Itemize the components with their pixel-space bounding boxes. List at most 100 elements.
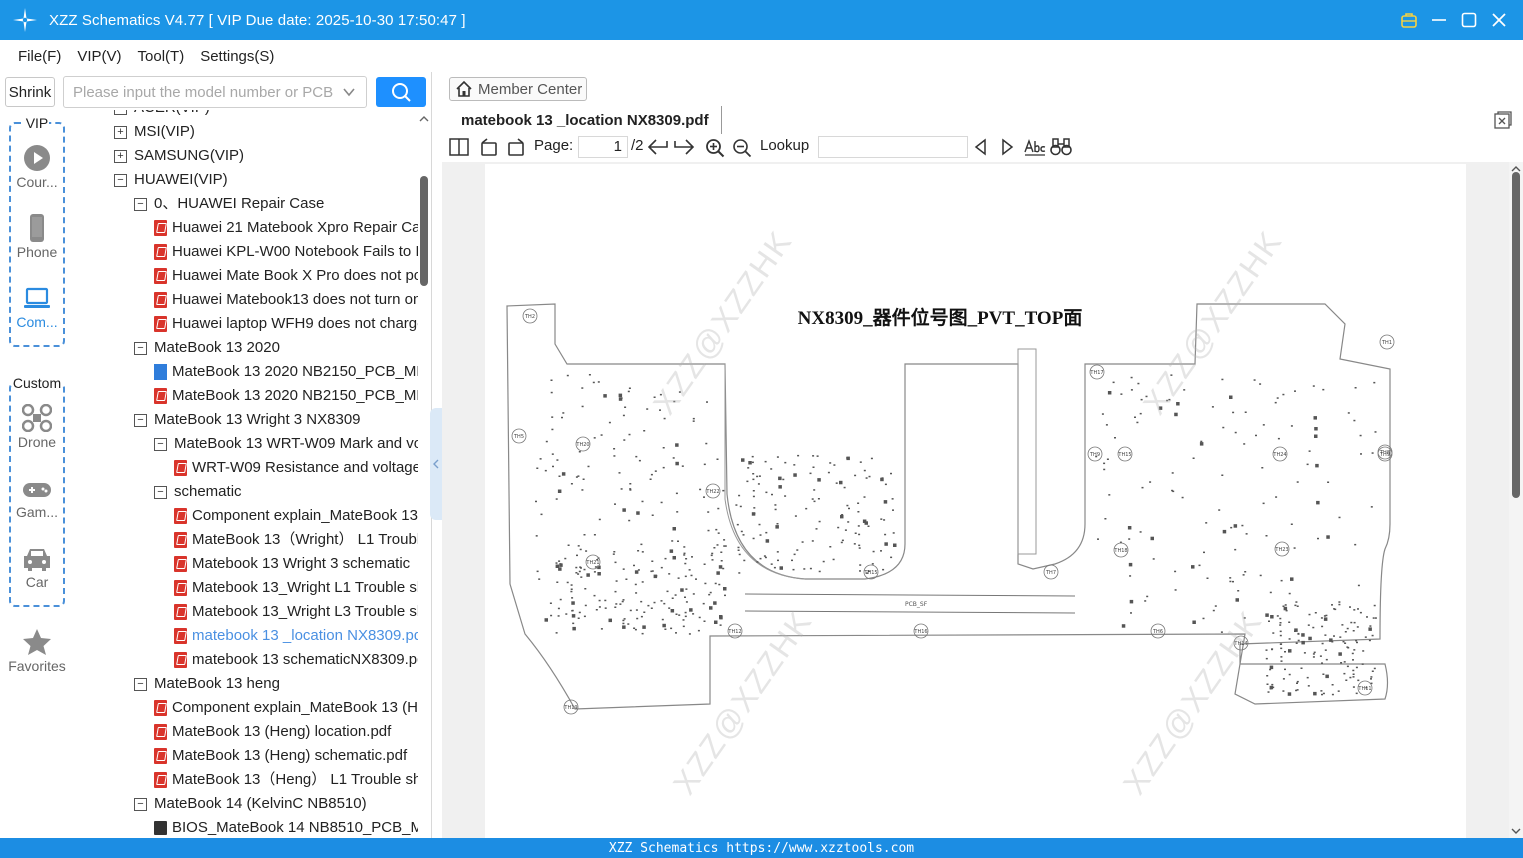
nav-favorites[interactable]: Favorites <box>0 628 74 674</box>
tree-folder[interactable]: − MateBook 14 (KelvinC NB8510) <box>134 792 367 816</box>
scroll-up-icon[interactable] <box>418 114 430 124</box>
tree-folder[interactable]: − HUAWEI(VIP) <box>114 168 228 192</box>
tree-file[interactable]: MateBook 13 (Heng) location.pdf <box>154 720 391 744</box>
pdf-file-icon <box>154 772 167 788</box>
expand-toggle-icon[interactable]: + <box>114 125 127 139</box>
collapse-toggle-icon[interactable]: − <box>154 437 167 451</box>
rotate-right-icon[interactable] <box>506 138 526 156</box>
component-pad <box>805 507 808 510</box>
tree-folder[interactable]: − MateBook 13 Wright 3 NX8309 <box>134 408 361 432</box>
test-hole-label: TH2 <box>524 314 535 320</box>
nav-computer[interactable]: Com... <box>0 284 74 330</box>
chevron-down-icon[interactable] <box>342 85 356 99</box>
component-pad <box>594 566 597 568</box>
next-page-arrow-icon[interactable] <box>673 138 695 156</box>
search-button[interactable] <box>376 77 426 107</box>
collapse-toggle-icon[interactable]: − <box>134 797 147 811</box>
tree-folder[interactable]: + MSI(VIP) <box>114 120 195 144</box>
sidebar-toggle-icon[interactable] <box>449 138 469 156</box>
test-hole-label: TH18 <box>1113 548 1127 554</box>
component-pad <box>628 519 631 522</box>
component-pad <box>1324 649 1327 651</box>
lookup-input[interactable] <box>818 136 968 158</box>
menu-tool[interactable]: Tool(T) <box>138 48 185 65</box>
component-pad <box>698 616 701 619</box>
tree-file[interactable]: Huawei Mate Book X Pro does not power on <box>154 264 418 288</box>
tree-file[interactable]: Matebook 13 Wright 3 schematic <box>174 552 410 576</box>
search-input[interactable] <box>64 77 334 107</box>
pdf-scroll-thumb[interactable] <box>1512 172 1520 498</box>
tree-file[interactable]: Huawei 21 Matebook Xpro Repair Case <box>154 216 418 240</box>
tree-folder[interactable]: − ACER(VIP) <box>114 110 210 120</box>
collapse-toggle-icon[interactable]: − <box>134 413 147 427</box>
component-pad <box>891 498 894 500</box>
tree-folder[interactable]: − schematic <box>154 480 242 504</box>
pdf-canvas[interactable]: NX8309_器件位号图_PVT_TOP面 PCB_SF TH2 TH1 TH17 T… <box>442 162 1509 838</box>
tree-scroll-thumb[interactable] <box>420 176 428 286</box>
zoom-out-icon[interactable] <box>732 138 752 158</box>
tree-file[interactable]: Huawei Matebook13 does not turn on <box>154 288 418 312</box>
shrink-button[interactable]: Shrink <box>5 77 55 107</box>
match-case-icon[interactable] <box>1024 138 1046 156</box>
tree-folder[interactable]: −0、HUAWEI Repair Case <box>134 192 324 216</box>
expand-toggle-icon[interactable]: + <box>114 149 127 163</box>
nav-car[interactable]: Car <box>0 546 74 590</box>
tree-file[interactable]: MateBook 13（Heng） L1 Trouble shooting <box>154 768 418 792</box>
scroll-down-icon[interactable] <box>1509 826 1523 836</box>
close-icon[interactable] <box>1487 6 1511 34</box>
tree-folder[interactable]: − MateBook 13 heng <box>134 672 280 696</box>
document-tab[interactable]: matebook 13 _location NX8309.pdf <box>449 106 722 134</box>
nav-courses[interactable]: Cour... <box>0 144 74 190</box>
tree-file[interactable]: Huawei KPL-W00 Notebook Fails to Boot <box>154 240 418 264</box>
prev-page-arrow-icon[interactable] <box>647 138 669 156</box>
nav-phone[interactable]: Phone <box>0 214 74 260</box>
binoculars-icon[interactable] <box>1050 138 1072 156</box>
collapse-toggle-icon[interactable]: − <box>114 173 127 187</box>
tree-file[interactable]: WRT-W09 Resistance and voltage <box>174 456 418 480</box>
zoom-in-icon[interactable] <box>705 138 725 158</box>
bios-chip-icon <box>154 821 167 835</box>
collapse-toggle-icon[interactable]: − <box>134 677 147 691</box>
component-pad <box>1284 604 1287 606</box>
component-pad <box>575 566 578 569</box>
tree-file[interactable]: matebook 13 schematicNX8309.pdf <box>174 648 418 672</box>
nav-drone[interactable]: Drone <box>0 404 74 450</box>
tree-file[interactable]: MateBook 13 (Heng) schematic.pdf <box>154 744 407 768</box>
page-number-input[interactable]: 1 <box>578 136 628 158</box>
menu-settings[interactable]: Settings(S) <box>200 48 274 65</box>
collapse-toggle-icon[interactable]: − <box>114 110 127 115</box>
collapse-toggle-icon[interactable]: − <box>154 485 167 499</box>
tree-item-label: Matebook 13 Wright 3 schematic <box>192 555 411 572</box>
menu-vip[interactable]: VIP(V) <box>77 48 121 65</box>
tree-file[interactable]: Matebook 13_Wright L3 Trouble shooting <box>174 600 418 624</box>
tree-file[interactable]: BIOS_MateBook 14 NB8510_PCB_MB <box>154 816 418 838</box>
component-pad <box>1313 651 1316 654</box>
nav-game[interactable]: Gam... <box>0 478 74 520</box>
minimize-icon[interactable] <box>1427 6 1451 34</box>
component-pad <box>627 390 630 393</box>
tree-folder[interactable]: −MateBook 13 WRT-W09 Mark and voltage <box>154 432 418 456</box>
collapse-toggle-icon[interactable]: − <box>134 197 147 211</box>
tree-file[interactable]: Component explain_MateBook 13 <box>174 504 418 528</box>
tree-file[interactable]: Component explain_MateBook 13 (Heng) <box>154 696 418 720</box>
collapse-sidebar-handle[interactable] <box>430 408 442 520</box>
member-center-button[interactable]: Member Center <box>449 77 587 101</box>
tree-file[interactable]: Huawei laptop WFH9 does not charge <box>154 312 418 336</box>
find-prev-icon[interactable] <box>973 138 989 156</box>
tree-file[interactable]: matebook 13 _location NX8309.pdf <box>174 624 418 648</box>
maximize-icon[interactable] <box>1457 6 1481 34</box>
tree-file[interactable]: Matebook 13_Wright L1 Trouble shooting <box>174 576 418 600</box>
rotate-left-icon[interactable] <box>479 138 499 156</box>
vip-bag-icon[interactable] <box>1397 6 1421 34</box>
collapse-toggle-icon[interactable]: − <box>134 341 147 355</box>
tree-file[interactable]: MateBook 13（Wright） L1 Trouble <box>174 528 418 552</box>
tree-folder[interactable]: + SAMSUNG(VIP) <box>114 144 244 168</box>
tree-file[interactable]: MateBook 13 2020 NB2150_PCB_MB <box>154 384 418 408</box>
menu-file[interactable]: File(F) <box>18 48 61 65</box>
component-pad <box>713 601 717 605</box>
tree-folder[interactable]: − MateBook 13 2020 <box>134 336 280 360</box>
close-tabs-icon[interactable] <box>1494 111 1512 129</box>
tree-file[interactable]: MateBook 13 2020 NB2150_PCB_MB <box>154 360 418 384</box>
find-next-icon[interactable] <box>999 138 1015 156</box>
component-pad <box>1295 601 1298 603</box>
